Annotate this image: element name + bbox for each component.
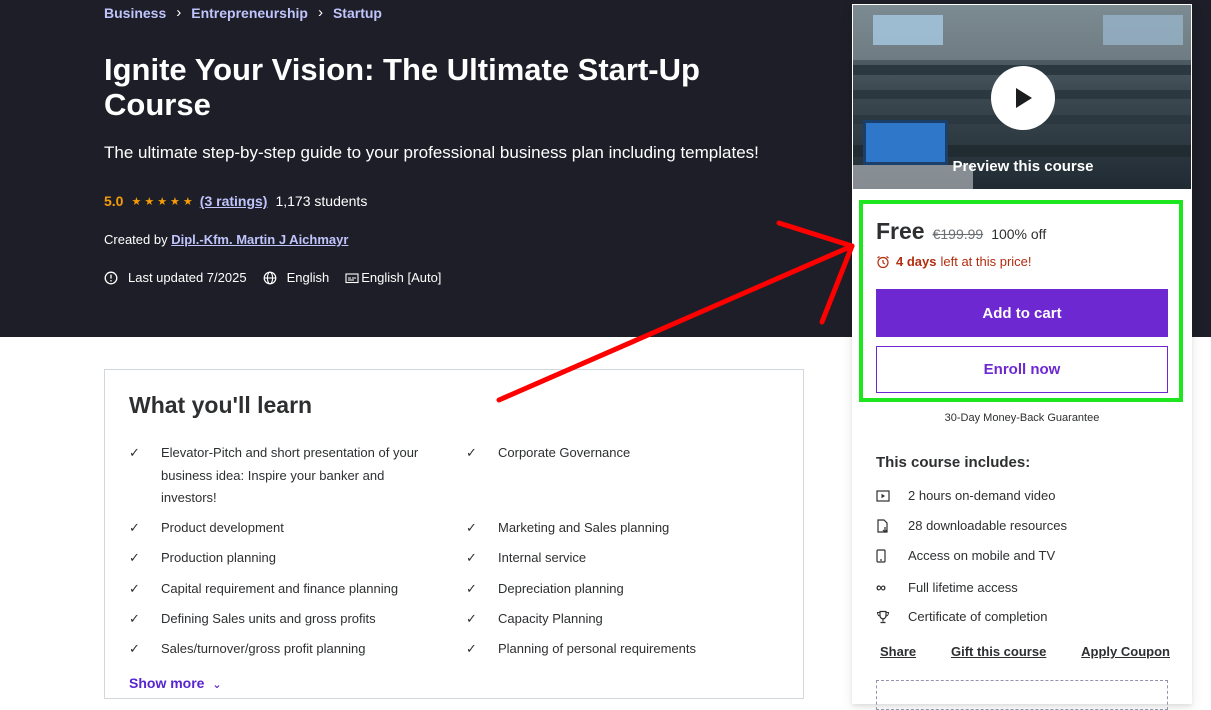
annotation-arrow-shaft	[496, 243, 855, 403]
annotation-arrow-head-top	[776, 220, 855, 249]
annotation-arrow	[496, 220, 855, 403]
